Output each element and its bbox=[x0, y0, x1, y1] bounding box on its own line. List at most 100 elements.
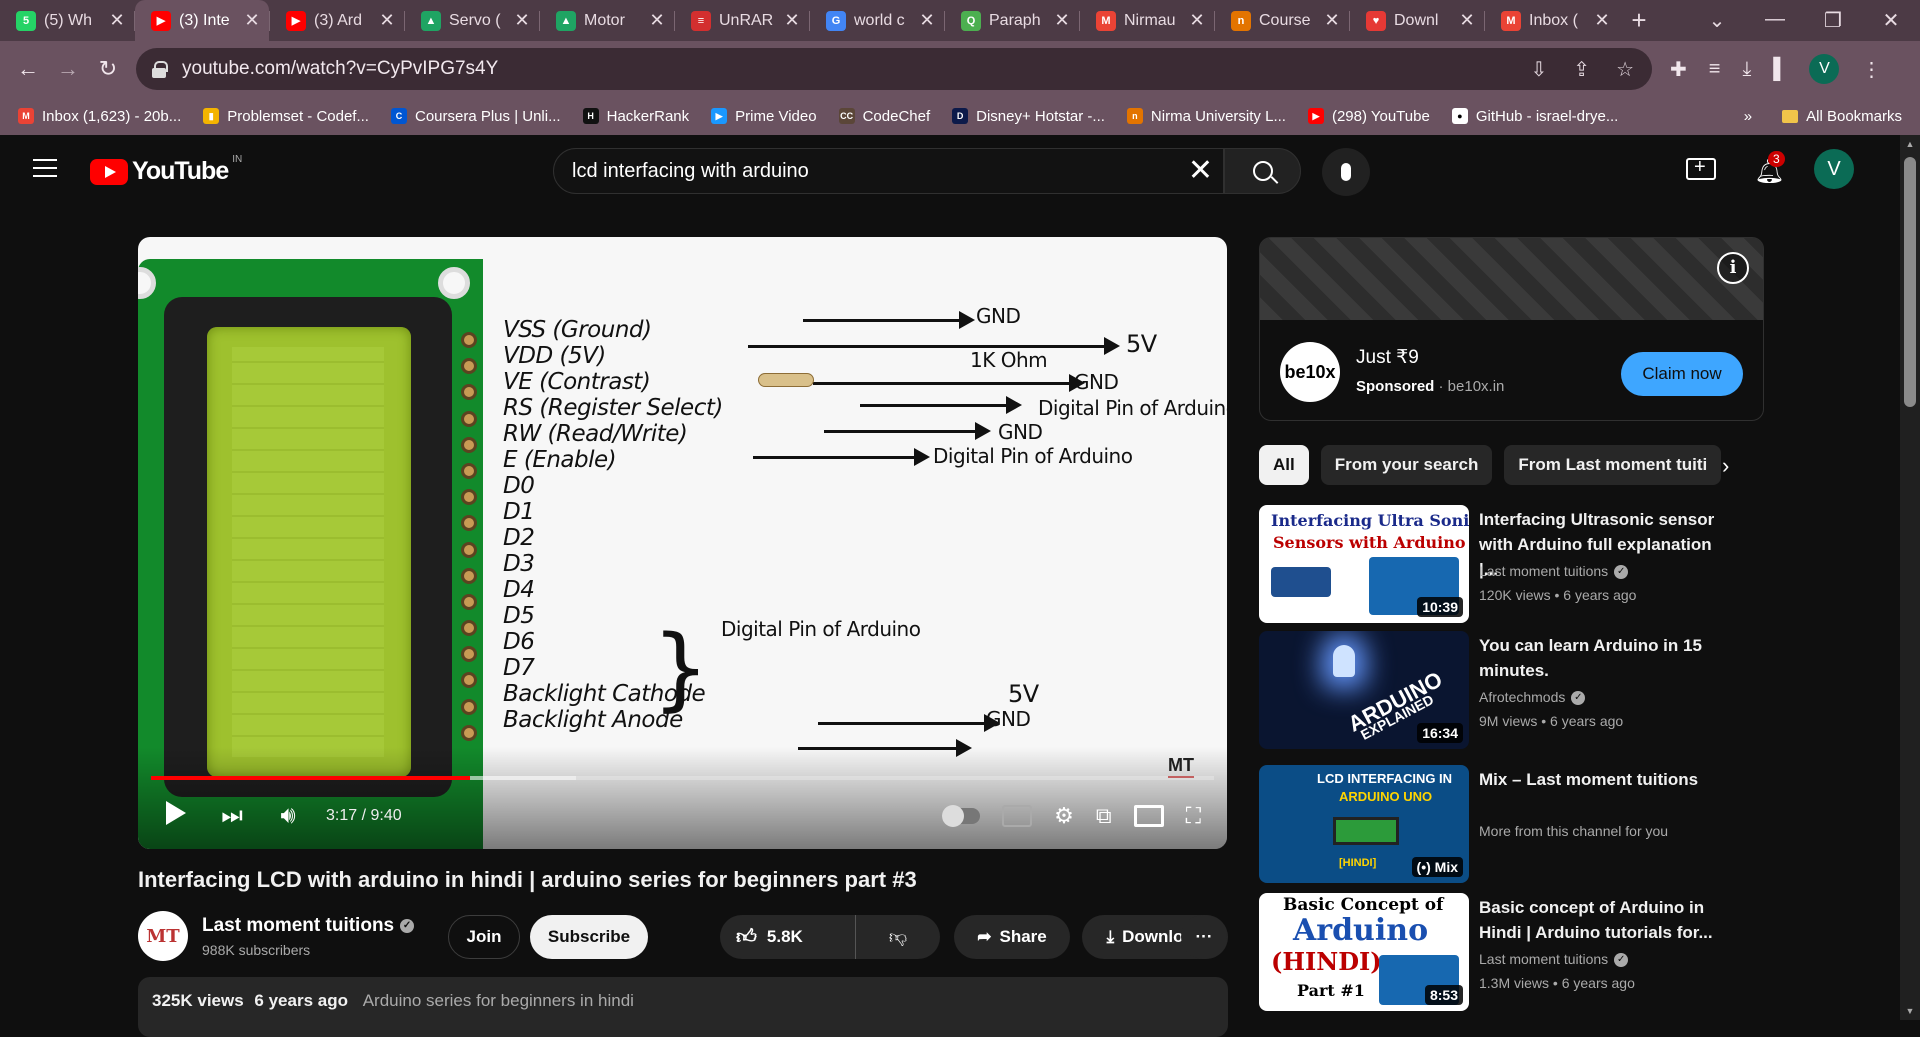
voice-search-button[interactable] bbox=[1322, 148, 1370, 196]
tab-title[interactable]: Nirmau bbox=[1124, 12, 1188, 30]
video-thumbnail[interactable]: Interfacing Ultra Sonic Sensors with Ardu… bbox=[1259, 505, 1469, 623]
scroll-up-icon[interactable]: ▲ bbox=[1905, 139, 1915, 149]
share-button[interactable]: ➦ Share bbox=[954, 915, 1070, 959]
forward-icon[interactable]: → bbox=[48, 56, 88, 82]
bookmark-item[interactable]: H HackerRank bbox=[582, 108, 689, 125]
video-thumbnail[interactable]: LCD INTERFACING IN ARDUINO UNO [HINDI] (•) … bbox=[1259, 765, 1469, 883]
browser-tab[interactable]: M Inbox (✕ bbox=[1485, 0, 1619, 41]
side-panel-icon[interactable]: ▌ bbox=[1773, 58, 1787, 81]
downloads-icon[interactable]: ⤓ bbox=[1742, 58, 1751, 81]
reload-icon[interactable]: ↻ bbox=[88, 56, 128, 82]
tab-title[interactable]: Paraph bbox=[989, 12, 1053, 30]
share-page-icon[interactable]: ⇪ bbox=[1573, 57, 1590, 82]
notifications-icon[interactable]: 🔔︎ 3 bbox=[1754, 151, 1785, 185]
tab-title[interactable]: (5) Wh bbox=[44, 12, 108, 30]
recommended-channel[interactable]: Last moment tuitions ✓ bbox=[1479, 563, 1629, 580]
recommended-video-title[interactable]: You can learn Arduino in 15 minutes. bbox=[1479, 633, 1729, 683]
browser-tab[interactable]: 5 (5) Wh ✕ bbox=[0, 0, 134, 41]
close-icon[interactable]: ✕ bbox=[1323, 10, 1341, 31]
account-avatar[interactable]: V bbox=[1814, 149, 1854, 189]
progress-bar[interactable] bbox=[151, 776, 1214, 780]
close-icon[interactable]: ✕ bbox=[378, 10, 396, 31]
tab-title[interactable]: (3) Ard bbox=[314, 12, 378, 30]
browser-tab[interactable]: ≡ UnRAR ✕ bbox=[675, 0, 809, 41]
sponsored-ad-card[interactable]: i be10x Just ₹9 Sponsored · be10x.in Cla… bbox=[1259, 237, 1764, 421]
browser-tab[interactable]: ▲ Motor ✕ bbox=[540, 0, 674, 41]
chevron-right-icon[interactable]: › bbox=[1722, 453, 1729, 479]
ad-title[interactable]: Just ₹9 bbox=[1356, 346, 1419, 369]
close-icon[interactable]: ✕ bbox=[918, 10, 936, 31]
recommended-video[interactable]: Interfacing Ultra Sonic Sensors with Ardu… bbox=[1259, 505, 1839, 623]
recommended-video-title[interactable]: Basic concept of Arduino in Hindi | Ardu… bbox=[1479, 895, 1729, 945]
back-icon[interactable]: ← bbox=[8, 56, 48, 82]
recommended-video-title[interactable]: Mix – Last moment tuitions bbox=[1479, 767, 1729, 792]
address-bar[interactable]: youtube.com/watch?v=CyPvIPG7s4Y ⇩ ⇪ ☆ bbox=[136, 48, 1652, 90]
settings-icon[interactable]: ⚙︎ bbox=[1054, 803, 1074, 829]
bookmark-item[interactable]: CC CodeChef bbox=[838, 108, 930, 125]
minimize-icon[interactable]: — bbox=[1746, 8, 1804, 33]
browser-tab[interactable]: ▶ (3) Inte ✕ bbox=[135, 0, 269, 41]
recommended-channel[interactable]: More from this channel for you bbox=[1479, 823, 1668, 839]
close-icon[interactable]: ✕ bbox=[1593, 10, 1611, 31]
close-window-icon[interactable]: ✕ bbox=[1862, 8, 1920, 33]
all-bookmarks-button[interactable]: All Bookmarks bbox=[1782, 108, 1902, 125]
filter-chip[interactable]: All bbox=[1259, 445, 1309, 485]
tab-title[interactable]: Course bbox=[1259, 12, 1323, 30]
close-icon[interactable]: ✕ bbox=[783, 10, 801, 31]
url-text[interactable]: youtube.com/watch?v=CyPvIPG7s4Y bbox=[182, 58, 498, 80]
bookmark-item[interactable]: ● GitHub - israel-drye... bbox=[1451, 108, 1618, 125]
extensions-icon[interactable]: ✚ bbox=[1670, 57, 1687, 82]
recommended-channel[interactable]: Last moment tuitions ✓ bbox=[1479, 951, 1629, 968]
subtitles-icon[interactable] bbox=[1002, 805, 1033, 827]
recommended-channel[interactable]: Afrotechmods ✓ bbox=[1479, 689, 1586, 706]
bookmark-item[interactable]: M Inbox (1,623) - 20b... bbox=[18, 108, 181, 125]
new-tab-icon[interactable]: + bbox=[1619, 5, 1659, 36]
bookmark-item[interactable]: ▶ (298) YouTube bbox=[1307, 108, 1430, 125]
scroll-down-icon[interactable]: ▼ bbox=[1905, 1006, 1915, 1016]
bookmark-item[interactable]: C Coursera Plus | Unli... bbox=[390, 108, 561, 125]
bookmark-item[interactable]: D Disney+ Hotstar -... bbox=[952, 108, 1105, 125]
close-icon[interactable]: ✕ bbox=[1458, 10, 1476, 31]
recommended-video[interactable]: Basic Concept of Arduino (HINDI) Part #1 8:5… bbox=[1259, 893, 1839, 1011]
bookmark-star-icon[interactable]: ☆ bbox=[1616, 57, 1634, 82]
recommended-video[interactable]: ARDUINO EXPLAINED 16:34 You can learn Ardui… bbox=[1259, 631, 1839, 749]
like-button[interactable]: 👍︎ 5.8K bbox=[720, 915, 856, 959]
recommended-channel-name[interactable]: Afrotechmods bbox=[1479, 689, 1565, 705]
browser-tab[interactable]: Gworld c ✕ bbox=[810, 0, 944, 41]
video-thumbnail[interactable]: ARDUINO EXPLAINED 16:34 bbox=[1259, 631, 1469, 749]
fullscreen-icon[interactable]: ⛶ bbox=[1186, 803, 1201, 829]
browser-menu-icon[interactable]: ⋮ bbox=[1861, 57, 1881, 82]
tab-title[interactable]: (3) Inte bbox=[179, 12, 243, 30]
media-controls-icon[interactable]: ≡ bbox=[1709, 58, 1721, 81]
channel-avatar[interactable]: MT bbox=[138, 911, 188, 961]
recommended-channel-name[interactable]: Last moment tuitions bbox=[1479, 563, 1608, 579]
dislike-button[interactable]: 👎︎ bbox=[856, 926, 940, 948]
video-thumbnail[interactable]: Basic Concept of Arduino (HINDI) Part #1 8:5… bbox=[1259, 893, 1469, 1011]
next-icon[interactable]: ⏭︎ bbox=[204, 802, 260, 830]
bookmark-item[interactable]: n Nirma University L... bbox=[1126, 108, 1286, 125]
restore-icon[interactable]: ❐ bbox=[1804, 8, 1862, 33]
profile-avatar[interactable]: V bbox=[1809, 54, 1840, 84]
video-player[interactable]: VSS (Ground) VDD (5V) VE (Contrast) RS (Reg… bbox=[138, 237, 1227, 849]
close-icon[interactable]: ✕ bbox=[513, 10, 531, 31]
miniplayer-icon[interactable]: ⧉ bbox=[1096, 803, 1112, 829]
volume-icon[interactable]: 🔊︎ bbox=[260, 802, 316, 830]
channel-name[interactable]: Last moment tuitions ✓ bbox=[202, 915, 415, 937]
tab-title[interactable]: world c bbox=[854, 12, 918, 30]
bookmark-item[interactable]: ▮ Problemset - Codef... bbox=[203, 108, 369, 125]
autoplay-toggle[interactable] bbox=[942, 805, 981, 827]
play-icon[interactable] bbox=[148, 800, 204, 832]
claim-now-button[interactable]: Claim now bbox=[1621, 352, 1743, 396]
close-icon[interactable]: ✕ bbox=[1053, 10, 1071, 31]
filter-chip[interactable]: From your search bbox=[1320, 445, 1493, 485]
browser-tab[interactable]: ▲ Servo (✕ bbox=[405, 0, 539, 41]
ad-info-icon[interactable]: i bbox=[1717, 252, 1749, 284]
lock-icon[interactable] bbox=[152, 61, 168, 78]
clear-search-icon[interactable]: ✕ bbox=[1188, 156, 1213, 186]
browser-tab[interactable]: ♥ Downl ✕ bbox=[1350, 0, 1484, 41]
tab-title[interactable]: Downl bbox=[1394, 12, 1458, 30]
youtube-logo[interactable]: YouTube IN bbox=[90, 154, 242, 186]
description-box[interactable]: 325K views 6 years ago Arduino series fo… bbox=[138, 977, 1228, 1037]
recommended-channel-name[interactable]: Last moment tuitions bbox=[1479, 951, 1608, 967]
close-icon[interactable]: ✕ bbox=[648, 10, 666, 31]
